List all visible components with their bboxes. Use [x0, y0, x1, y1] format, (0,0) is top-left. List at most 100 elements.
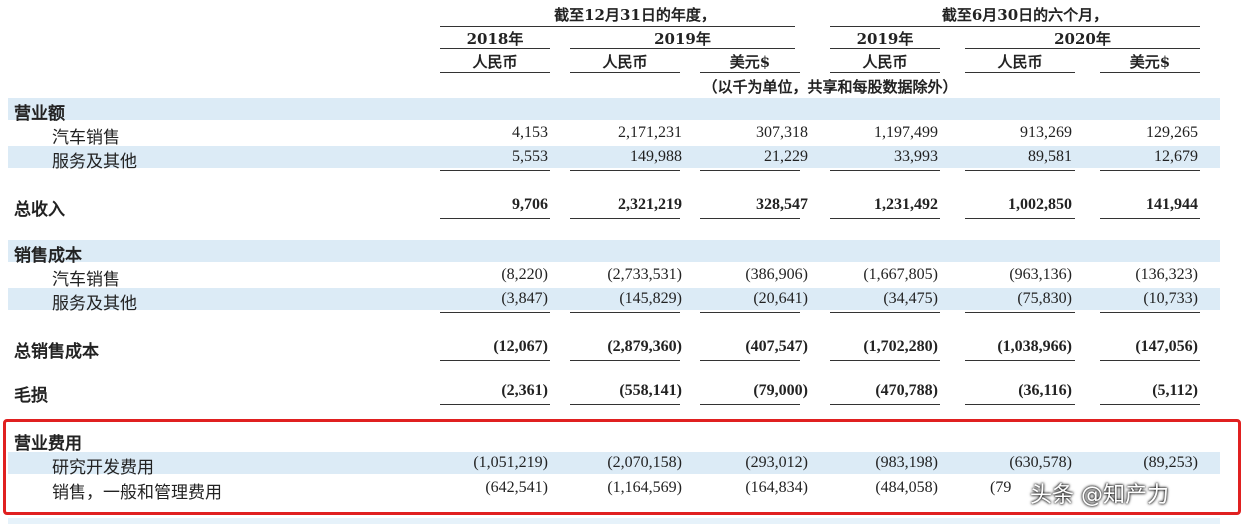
total-rule	[965, 404, 1075, 405]
cell: 12,679	[1154, 148, 1198, 165]
cell: (20,641)	[753, 290, 808, 307]
cell: (2,879,360)	[607, 338, 682, 355]
total-rule	[1100, 218, 1200, 219]
year-header: 2020年	[1054, 30, 1111, 48]
year-header: 2018年	[466, 30, 524, 48]
year-rule	[440, 48, 550, 49]
total-row: 总收入 9,706 2,321,219 328,547 1,231,492 1,…	[8, 194, 1220, 220]
total-row: 总销售成本 (12,067) (2,879,360) (407,547) (1,…	[8, 336, 1220, 362]
cell: (79,000)	[753, 382, 808, 399]
currency-header: 人民币	[602, 53, 648, 71]
total-rule	[830, 404, 940, 405]
subtotal-rule	[570, 170, 680, 171]
cell: (2,733,531)	[607, 266, 682, 283]
cell: 2,171,231	[618, 124, 682, 141]
total-rule	[1100, 404, 1200, 405]
currency-rule	[570, 72, 680, 73]
cell: (8,220)	[501, 266, 548, 283]
row-label: 总销售成本	[14, 342, 99, 362]
cell: 21,229	[764, 148, 808, 165]
cell: (10,733)	[1143, 290, 1198, 307]
header-rule	[440, 26, 795, 27]
row-label: 毛损	[14, 386, 48, 406]
cell: (3,847)	[501, 290, 548, 307]
row-label: 营业额	[14, 104, 65, 124]
total-rule	[1100, 360, 1200, 361]
currency-header: 美元$	[1129, 53, 1171, 71]
cell: (75,830)	[1017, 290, 1072, 307]
total-rule	[830, 218, 940, 219]
year-rule	[570, 48, 795, 49]
total-rule	[965, 218, 1075, 219]
subtotal-rule	[1100, 170, 1200, 171]
cell: 141,944	[1146, 196, 1198, 213]
header-group-annual: 截至12月31日的年度，	[554, 6, 716, 24]
header-group-sixmonth: 截至6月30日的六个月，	[941, 6, 1109, 24]
year-rule	[965, 48, 1200, 49]
total-rule	[570, 404, 680, 405]
watermark: 头条 @知产力	[1030, 483, 1169, 508]
subtotal-rule	[440, 170, 550, 171]
cell: (386,906)	[745, 266, 808, 283]
cell: 33,993	[894, 148, 938, 165]
currency-rule	[700, 72, 800, 73]
currency-header: 美元$	[729, 53, 771, 71]
cell: (407,547)	[745, 338, 808, 355]
cell: 307,318	[756, 124, 808, 141]
cell: 913,269	[1020, 124, 1072, 141]
cell: 2,321,219	[618, 196, 682, 213]
row-label: 销售成本	[14, 246, 82, 266]
cell: 1,197,499	[874, 124, 938, 141]
subtotal-rule	[1100, 312, 1200, 313]
total-rule	[570, 218, 680, 219]
header-rule	[830, 26, 1200, 27]
total-rule	[700, 360, 800, 361]
table-row: 汽车销售 (8,220) (2,733,531) (386,906) (1,66…	[8, 264, 1220, 290]
cell: (470,788)	[875, 382, 938, 399]
cell: (1,702,280)	[863, 338, 938, 355]
cell: (36,116)	[1018, 382, 1072, 399]
cell: 328,547	[756, 196, 808, 213]
subtotal-rule	[570, 312, 680, 313]
cell: (2,361)	[501, 382, 548, 399]
cell: (136,323)	[1135, 266, 1198, 283]
gross-loss-row: 毛损 (2,361) (558,141) (79,000) (470,788) …	[8, 380, 1220, 406]
subtotal-rule	[700, 170, 800, 171]
table-row: 汽车销售 4,153 2,171,231 307,318 1,197,499 9…	[8, 122, 1220, 148]
subtotal-rule	[965, 312, 1075, 313]
table-row: 服务及其他 5,553 149,988 21,229 33,993 89,581…	[8, 146, 1220, 172]
cell: 89,581	[1028, 148, 1072, 165]
cell: (34,475)	[883, 290, 938, 307]
row-label: 汽车销售	[52, 270, 120, 290]
cell: (1,038,966)	[997, 338, 1072, 355]
year-header: 2019年	[654, 30, 711, 48]
cell: 149,988	[630, 148, 682, 165]
subtotal-rule	[830, 170, 940, 171]
row-label: 服务及其他	[52, 294, 137, 314]
currency-header: 人民币	[862, 53, 908, 71]
table-row: 服务及其他 (3,847) (145,829) (20,641) (34,475…	[8, 288, 1220, 314]
cell: 129,265	[1146, 124, 1198, 141]
unit-note: （以千为单位，共享和每股数据除外）	[702, 78, 958, 96]
year-rule	[830, 48, 940, 49]
year-header: 2019年	[856, 30, 914, 48]
cell: 4,153	[512, 124, 548, 141]
cell: (963,136)	[1009, 266, 1072, 283]
cell: (12,067)	[493, 338, 548, 355]
total-rule	[965, 360, 1075, 361]
currency-rule	[830, 72, 940, 73]
row-label: 服务及其他	[52, 152, 137, 172]
subtotal-rule	[965, 170, 1075, 171]
currency-rule	[1100, 72, 1200, 73]
cell: 9,706	[512, 196, 548, 213]
total-rule	[700, 218, 800, 219]
subtotal-rule	[830, 312, 940, 313]
currency-header: 人民币	[997, 53, 1043, 71]
cell: (5,112)	[1152, 382, 1198, 399]
cell: (1,667,805)	[863, 266, 938, 283]
currency-rule	[440, 72, 550, 73]
total-rule	[570, 360, 680, 361]
cell: (147,056)	[1135, 338, 1198, 355]
cell: (558,141)	[619, 382, 682, 399]
total-rule	[440, 218, 550, 219]
